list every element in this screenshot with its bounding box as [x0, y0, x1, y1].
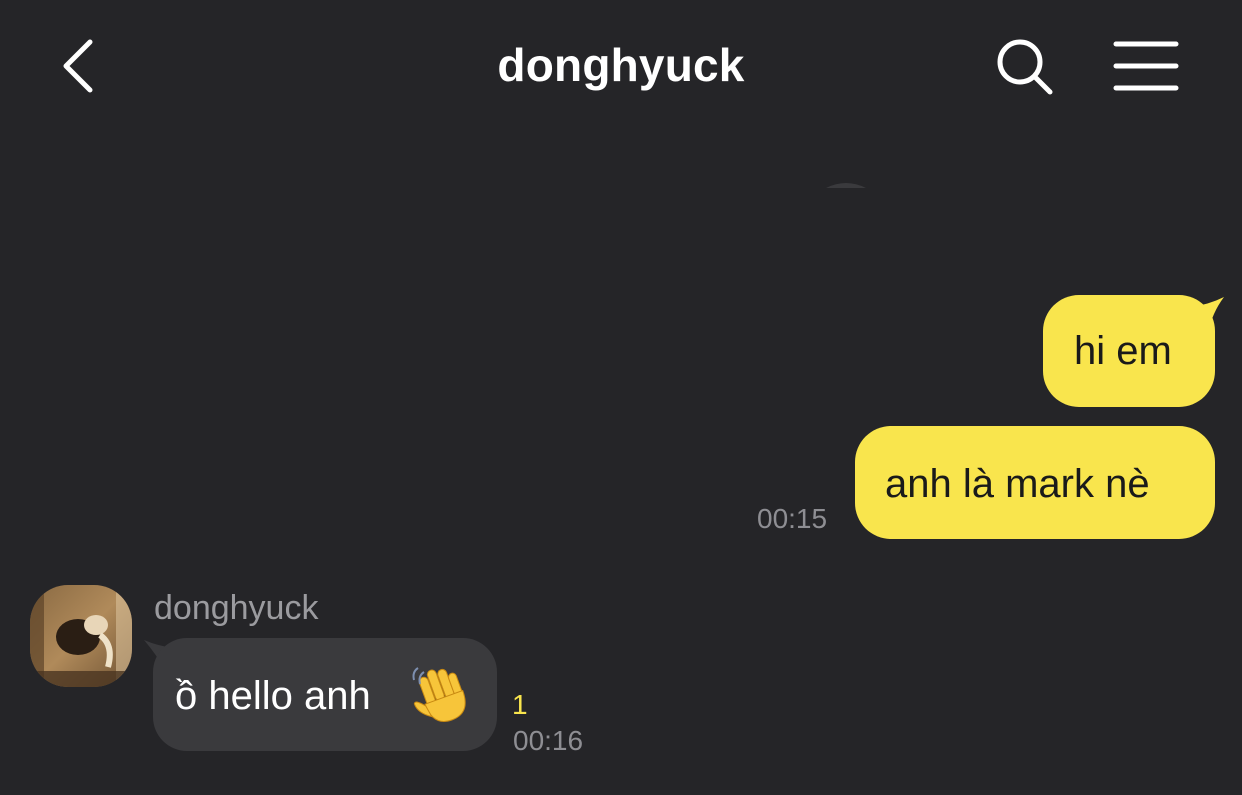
- message-timestamp: 00:15: [757, 503, 828, 534]
- sender-name: donghyuck: [154, 589, 319, 627]
- scroll-artifact: [826, 183, 866, 188]
- message-text: hi em: [1074, 329, 1172, 373]
- profile-photo: [30, 585, 132, 687]
- chat-screen: donghyuck hi em anh là mark nè 00:15 don…: [0, 0, 1242, 795]
- waving-hand-icon: [412, 667, 466, 722]
- message-text: ồ hello anh: [175, 674, 371, 718]
- chevron-left-icon: [63, 39, 93, 93]
- back-button[interactable]: [52, 34, 104, 98]
- message-text: anh là mark nè: [885, 462, 1150, 506]
- hamburger-menu-icon: [1113, 41, 1179, 91]
- message-timestamp: 00:16: [513, 725, 584, 756]
- search-icon: [997, 39, 1053, 95]
- search-button[interactable]: [994, 36, 1056, 98]
- avatar[interactable]: [30, 585, 132, 687]
- outgoing-message-bubble[interactable]: anh là mark nè: [855, 426, 1215, 539]
- unread-count: 1: [512, 689, 528, 720]
- outgoing-message-bubble[interactable]: hi em: [1043, 295, 1215, 407]
- menu-button[interactable]: [1112, 38, 1180, 94]
- incoming-message-bubble[interactable]: ồ hello anh: [153, 638, 497, 751]
